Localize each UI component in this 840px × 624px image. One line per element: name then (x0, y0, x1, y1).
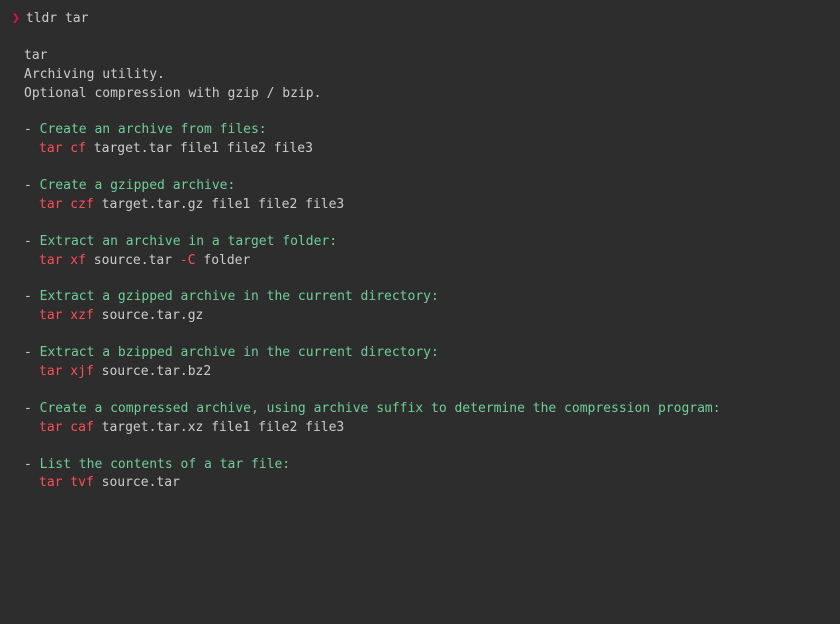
example-description: Extract a gzipped archive in the current… (40, 289, 439, 304)
command-segment: target.tar.xz file1 file2 file3 (94, 420, 344, 435)
example-description: Extract an archive in a target folder: (40, 234, 337, 249)
terminal-prompt-line: ❯ tldr tar (12, 10, 828, 29)
example-description: Create a compressed archive, using archi… (40, 401, 721, 416)
bullet-dash: - (24, 234, 40, 249)
command-segment: tar xzf (39, 308, 94, 323)
example-command-line: tar cf target.tar file1 file2 file3 (39, 140, 828, 159)
tldr-header: tar Archiving utility. Optional compress… (24, 47, 828, 104)
bullet-dash: - (24, 457, 40, 472)
example-command-line: tar xf source.tar -C folder (39, 252, 828, 271)
bullet-dash: - (24, 401, 40, 416)
command-segment: tar czf (39, 197, 94, 212)
example-description-line: - Create an archive from files: (24, 121, 828, 140)
bullet-dash: - (24, 178, 40, 193)
command-description-1: Archiving utility. (24, 66, 828, 85)
command-segment: source.tar.gz (94, 308, 204, 323)
command-segment: tar cf (39, 141, 86, 156)
example-block: - Extract an archive in a target folder:… (24, 233, 828, 271)
example-description-line: - Create a compressed archive, using arc… (24, 400, 828, 419)
example-block: - Create an archive from files:tar cf ta… (24, 121, 828, 159)
example-command-line: tar czf target.tar.gz file1 file2 file3 (39, 196, 828, 215)
command-title: tar (24, 47, 828, 66)
example-description-line: - Extract a bzipped archive in the curre… (24, 344, 828, 363)
bullet-dash: - (24, 289, 40, 304)
command-segment: tar xf (39, 253, 86, 268)
example-description: Extract a bzipped archive in the current… (40, 345, 439, 360)
example-block: - Extract a bzipped archive in the curre… (24, 344, 828, 382)
example-command-line: tar caf target.tar.xz file1 file2 file3 (39, 419, 828, 438)
example-description-line: - Extract a gzipped archive in the curre… (24, 288, 828, 307)
command-segment: target.tar file1 file2 file3 (86, 141, 313, 156)
command-segment: -C (180, 253, 196, 268)
example-block: - Create a compressed archive, using arc… (24, 400, 828, 438)
command-segment: folder (196, 253, 251, 268)
example-description-line: - Extract an archive in a target folder: (24, 233, 828, 252)
example-description-line: - Create a gzipped archive: (24, 177, 828, 196)
example-block: - Create a gzipped archive:tar czf targe… (24, 177, 828, 215)
example-description: List the contents of a tar file: (40, 457, 290, 472)
example-command-line: tar tvf source.tar (39, 474, 828, 493)
command-segment: tar caf (39, 420, 94, 435)
command-segment: tar xjf (39, 364, 94, 379)
prompt-symbol: ❯ (12, 11, 20, 26)
bullet-dash: - (24, 345, 40, 360)
example-block: - List the contents of a tar file:tar tv… (24, 456, 828, 494)
examples-list: - Create an archive from files:tar cf ta… (12, 121, 828, 493)
bullet-dash: - (24, 122, 40, 137)
command-segment: source.tar.bz2 (94, 364, 211, 379)
command-segment: source.tar (86, 253, 180, 268)
example-command-line: tar xzf source.tar.gz (39, 307, 828, 326)
prompt-command: tldr tar (26, 11, 89, 26)
example-description: Create an archive from files: (40, 122, 267, 137)
command-segment: source.tar (94, 475, 180, 490)
example-description: Create a gzipped archive: (40, 178, 236, 193)
command-segment: target.tar.gz file1 file2 file3 (94, 197, 344, 212)
command-segment: tar tvf (39, 475, 94, 490)
example-command-line: tar xjf source.tar.bz2 (39, 363, 828, 382)
example-description-line: - List the contents of a tar file: (24, 456, 828, 475)
command-description-2: Optional compression with gzip / bzip. (24, 85, 828, 104)
example-block: - Extract a gzipped archive in the curre… (24, 288, 828, 326)
